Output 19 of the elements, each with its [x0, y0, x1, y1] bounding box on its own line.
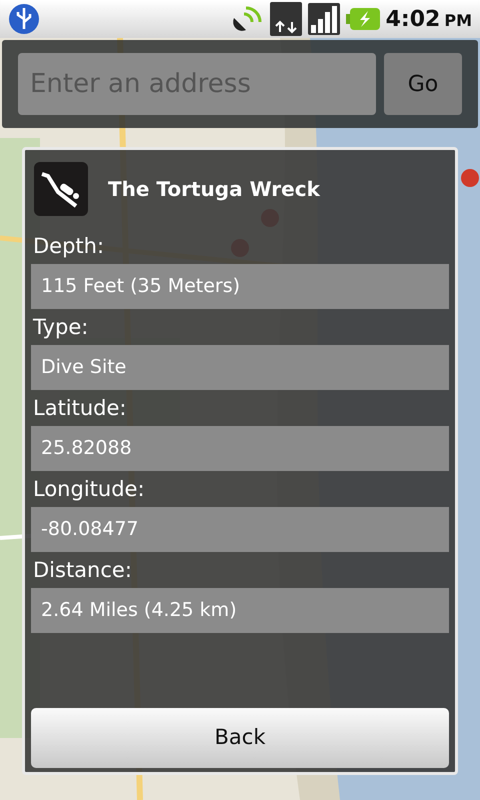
go-button[interactable]: Go	[384, 53, 462, 115]
battery-charging-icon	[346, 8, 380, 30]
field-value: 2.64 Miles (4.25 km)	[31, 588, 449, 633]
field-value: -80.08477	[31, 507, 449, 552]
dialog-title: The Tortuga Wreck	[108, 176, 320, 203]
field-label: Longitude:	[32, 476, 146, 503]
back-button[interactable]: Back	[31, 708, 449, 768]
usb-icon	[8, 3, 40, 35]
field-value: 25.82088	[31, 426, 449, 471]
field-label: Type:	[32, 314, 90, 341]
clock: 4:02 PM	[386, 6, 472, 34]
field-label: Latitude:	[32, 395, 128, 422]
field-value: Dive Site	[31, 345, 449, 390]
data-icon	[270, 2, 302, 36]
scuba-diver-icon	[34, 162, 88, 216]
field-label: Depth:	[32, 233, 106, 260]
signal-icon	[308, 3, 340, 35]
field-value: 115 Feet (35 Meters)	[31, 264, 449, 309]
field-label: Distance:	[32, 557, 133, 584]
